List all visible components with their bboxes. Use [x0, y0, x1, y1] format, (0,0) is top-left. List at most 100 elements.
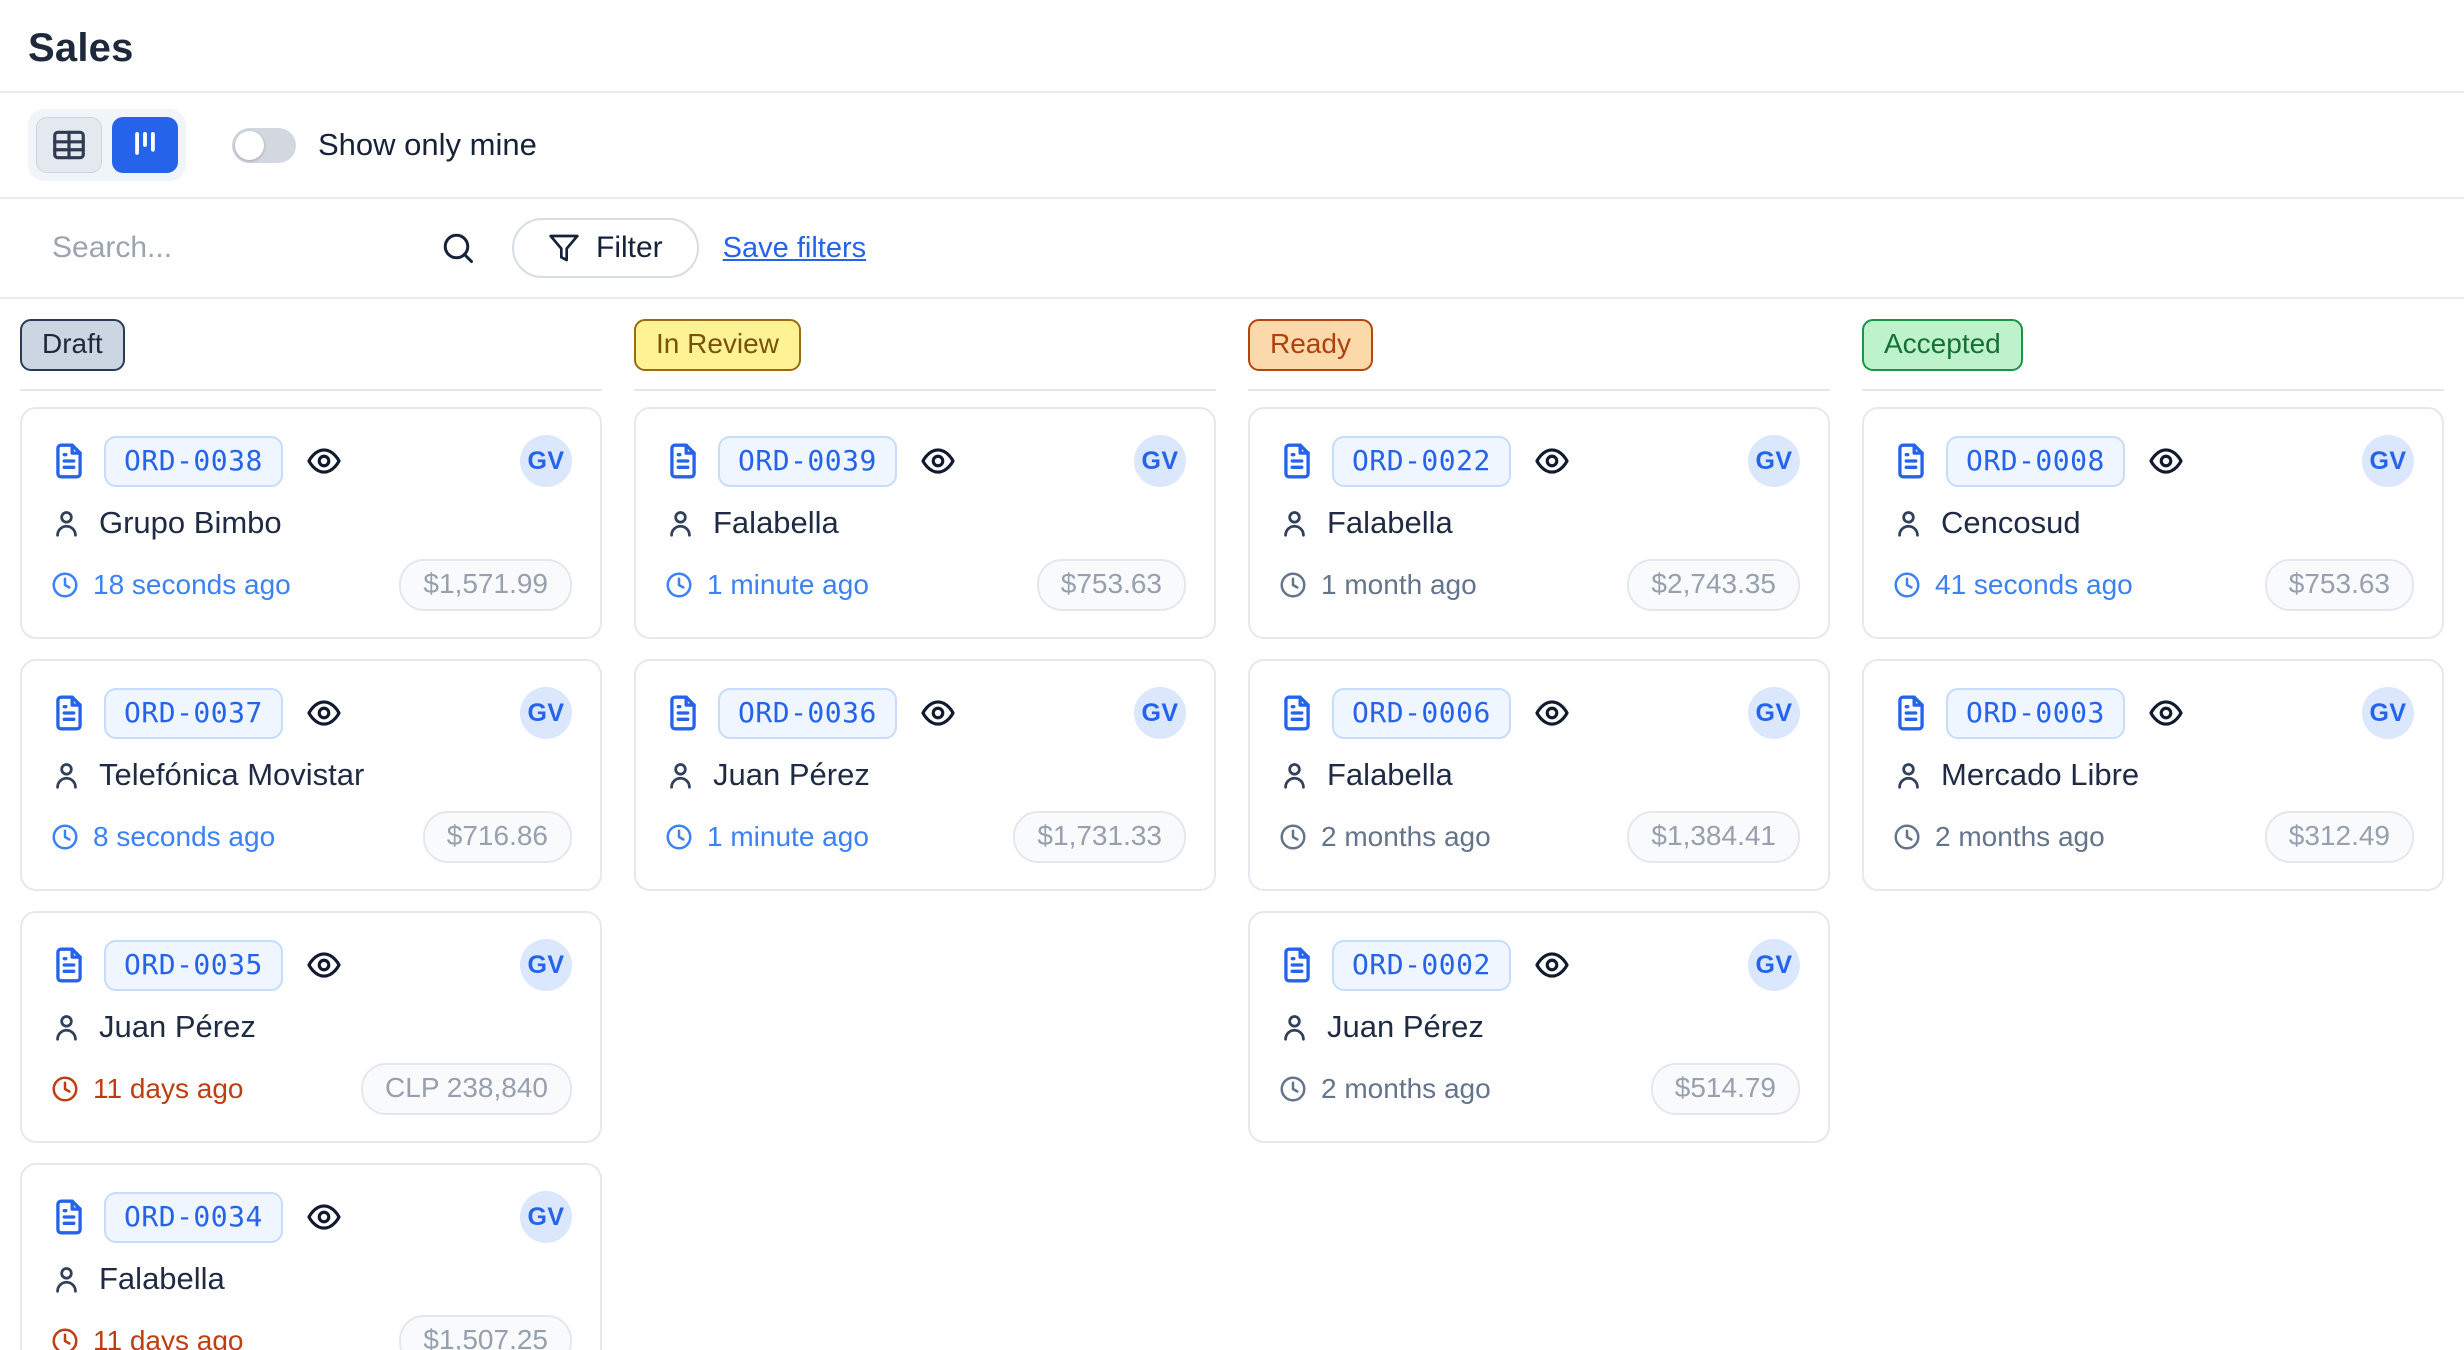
card-time: 18 seconds ago: [50, 569, 291, 601]
card-customer-row: Falabella: [50, 1261, 572, 1297]
order-card[interactable]: ORD-0035 GV Juan Pérez: [20, 911, 602, 1143]
clock-icon: [50, 822, 80, 852]
column-cards: ORD-0008 GV Cencosud: [1862, 407, 2444, 891]
page-title: Sales: [28, 26, 2436, 71]
customer-name: Juan Pérez: [99, 1009, 256, 1045]
person-icon: [50, 507, 83, 540]
filter-row: Filter Save filters: [0, 199, 2464, 297]
avatar: GV: [1748, 435, 1800, 487]
card-time: 1 month ago: [1278, 569, 1477, 601]
card-bottom-row: 41 seconds ago $753.63: [1892, 559, 2414, 611]
search-icon[interactable]: [440, 230, 476, 266]
order-id-badge[interactable]: ORD-0006: [1332, 688, 1511, 739]
clock-icon: [664, 570, 694, 600]
order-card[interactable]: ORD-0008 GV Cencosud: [1862, 407, 2444, 639]
customer-name: Mercado Libre: [1941, 757, 2139, 793]
order-card[interactable]: ORD-0022 GV Falabella: [1248, 407, 1830, 639]
column-divider: [20, 389, 602, 391]
card-time: 41 seconds ago: [1892, 569, 2133, 601]
status-badge: Draft: [20, 319, 125, 371]
order-id-badge[interactable]: ORD-0035: [104, 940, 283, 991]
eye-icon[interactable]: [1533, 694, 1571, 732]
status-badge: In Review: [634, 319, 801, 371]
clock-icon: [664, 822, 694, 852]
eye-icon[interactable]: [1533, 946, 1571, 984]
filter-button-label: Filter: [596, 231, 663, 265]
clock-icon: [50, 1074, 80, 1104]
eye-icon[interactable]: [305, 442, 343, 480]
search-input[interactable]: [28, 231, 428, 265]
table-icon: [50, 126, 88, 164]
eye-icon[interactable]: [305, 694, 343, 732]
card-bottom-row: 2 months ago $312.49: [1892, 811, 2414, 863]
order-id-badge[interactable]: ORD-0034: [104, 1192, 283, 1243]
order-id-badge[interactable]: ORD-0039: [718, 436, 897, 487]
kanban-icon: [126, 126, 164, 164]
card-customer-row: Falabella: [1278, 757, 1800, 793]
card-top-row: ORD-0022 GV: [1278, 435, 1800, 487]
kanban-column: Draft ORD-0038 GV: [20, 319, 602, 1350]
customer-name: Telefónica Movistar: [99, 757, 364, 793]
card-top-row: ORD-0036 GV: [664, 687, 1186, 739]
eye-icon[interactable]: [2147, 694, 2185, 732]
order-card[interactable]: ORD-0039 GV Falabella: [634, 407, 1216, 639]
document-icon: [50, 946, 88, 984]
amount-badge: $753.63: [2265, 559, 2414, 611]
kanban-view-button[interactable]: [112, 117, 178, 173]
order-card[interactable]: ORD-0002 GV Juan Pérez: [1248, 911, 1830, 1143]
card-time: 1 minute ago: [664, 821, 869, 853]
eye-icon[interactable]: [305, 946, 343, 984]
document-icon: [664, 694, 702, 732]
updated-time: 1 minute ago: [707, 569, 869, 601]
clock-icon: [50, 570, 80, 600]
eye-icon[interactable]: [919, 694, 957, 732]
order-card[interactable]: ORD-0036 GV Juan Pérez: [634, 659, 1216, 891]
order-id-badge[interactable]: ORD-0038: [104, 436, 283, 487]
amount-badge: $753.63: [1037, 559, 1186, 611]
person-icon: [50, 759, 83, 792]
eye-icon[interactable]: [305, 1198, 343, 1236]
person-icon: [1892, 507, 1925, 540]
document-icon: [1892, 694, 1930, 732]
card-time: 11 days ago: [50, 1325, 244, 1350]
document-icon: [1278, 694, 1316, 732]
eye-icon[interactable]: [1533, 442, 1571, 480]
amount-badge: $1,571.99: [399, 559, 572, 611]
order-id-badge[interactable]: ORD-0037: [104, 688, 283, 739]
view-mode-switcher: [28, 109, 186, 181]
order-card[interactable]: ORD-0038 GV Grupo Bimbo: [20, 407, 602, 639]
filter-button[interactable]: Filter: [512, 218, 699, 278]
order-card[interactable]: ORD-0003 GV Mercado Libre: [1862, 659, 2444, 891]
table-view-button[interactable]: [36, 117, 102, 173]
person-icon: [664, 759, 697, 792]
show-only-mine-toggle[interactable]: [232, 128, 296, 163]
card-time: 2 months ago: [1278, 1073, 1491, 1105]
order-card[interactable]: ORD-0034 GV Falabella: [20, 1163, 602, 1350]
order-id-badge[interactable]: ORD-0022: [1332, 436, 1511, 487]
order-id-badge[interactable]: ORD-0003: [1946, 688, 2125, 739]
card-top-row: ORD-0034 GV: [50, 1191, 572, 1243]
eye-icon[interactable]: [919, 442, 957, 480]
card-customer-row: Falabella: [1278, 505, 1800, 541]
card-customer-row: Cencosud: [1892, 505, 2414, 541]
order-id-badge[interactable]: ORD-0036: [718, 688, 897, 739]
order-card[interactable]: ORD-0037 GV Telefónica Movistar: [20, 659, 602, 891]
card-top-row: ORD-0038 GV: [50, 435, 572, 487]
kanban-column: Ready ORD-0022 GV: [1248, 319, 1830, 1143]
card-top-row: ORD-0037 GV: [50, 687, 572, 739]
customer-name: Falabella: [99, 1261, 225, 1297]
card-top-row: ORD-0035 GV: [50, 939, 572, 991]
order-id-badge[interactable]: ORD-0008: [1946, 436, 2125, 487]
amount-badge: $514.79: [1651, 1063, 1800, 1115]
avatar: GV: [1748, 687, 1800, 739]
order-card[interactable]: ORD-0006 GV Falabella: [1248, 659, 1830, 891]
order-id-badge[interactable]: ORD-0002: [1332, 940, 1511, 991]
column-divider: [1862, 389, 2444, 391]
card-time: 11 days ago: [50, 1073, 244, 1105]
updated-time: 11 days ago: [93, 1073, 244, 1105]
avatar: GV: [520, 435, 572, 487]
card-bottom-row: 11 days ago $1,507.25: [50, 1315, 572, 1350]
amount-badge: $1,507.25: [399, 1315, 572, 1350]
save-filters-link[interactable]: Save filters: [723, 232, 866, 265]
eye-icon[interactable]: [2147, 442, 2185, 480]
